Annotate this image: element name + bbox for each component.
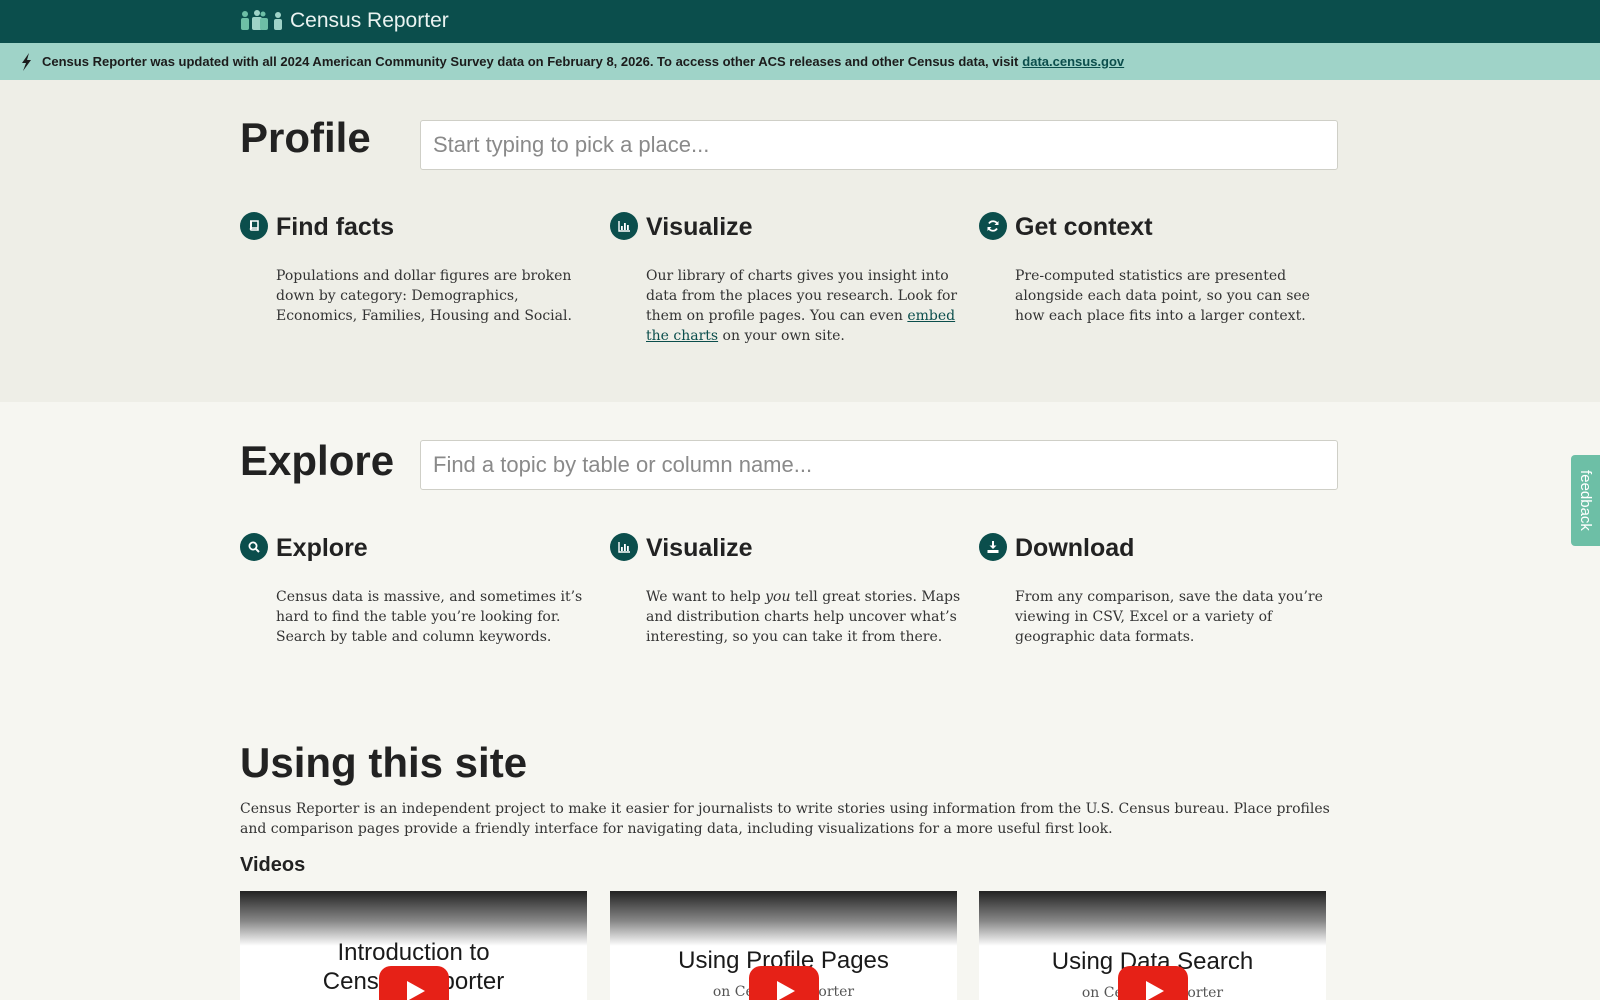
play-button-icon[interactable] xyxy=(749,966,819,1000)
profile-section: Profile Find facts Populations and dolla… xyxy=(0,80,1600,402)
video-profile-pages[interactable]: Using Profile Pages on Census Reporter xyxy=(610,891,957,1000)
using-site-description: Census Reporter is an independent projec… xyxy=(240,801,1330,837)
feature-heading: Get context xyxy=(1015,213,1153,241)
census-people-icon xyxy=(241,10,282,30)
feature-description: Our library of charts gives you insight … xyxy=(646,268,958,344)
video-title-line1: Introduction to xyxy=(337,939,490,966)
search-icon xyxy=(240,533,268,561)
explore-title: Explore xyxy=(240,437,395,484)
video-thumbnail-gradient xyxy=(979,891,1326,946)
feature-heading: Explore xyxy=(276,534,368,562)
top-navigation-bar: Census Reporter xyxy=(0,0,1600,43)
banner-message: Census Reporter was updated with all 202… xyxy=(42,54,1019,69)
site-logo-link[interactable]: Census Reporter xyxy=(240,9,449,33)
feature-description: We want to help you tell great stories. … xyxy=(646,589,961,645)
feature-heading: Visualize xyxy=(646,213,753,241)
video-thumbnail-gradient xyxy=(610,891,957,946)
feature-description: Populations and dollar figures are broke… xyxy=(276,268,572,324)
feedback-tab[interactable]: feedback xyxy=(1571,455,1600,546)
update-banner: Census Reporter was updated with all 202… xyxy=(0,43,1600,80)
refresh-icon xyxy=(979,212,1007,240)
topic-search-input[interactable] xyxy=(420,440,1338,490)
feedback-label: feedback xyxy=(1577,470,1595,531)
feature-description: Census data is massive, and sometimes it… xyxy=(276,589,583,645)
site-title: Census Reporter xyxy=(290,9,449,32)
video-introduction[interactable]: Introduction to Census Reporter xyxy=(240,891,587,1000)
lightning-bolt-icon xyxy=(22,52,31,71)
explore-section: Explore Explore Census data is massive, … xyxy=(0,402,1600,702)
bar-chart-icon xyxy=(610,212,638,240)
video-data-search[interactable]: Using Data Search on Census Reporter xyxy=(979,891,1326,1000)
profile-title: Profile xyxy=(240,114,371,161)
play-button-icon[interactable] xyxy=(1118,966,1188,1000)
emphasis-you: you xyxy=(765,589,791,605)
using-site-title: Using this site xyxy=(240,739,528,786)
feature-description: From any comparison, save the data you’r… xyxy=(1015,589,1323,645)
feature-description: Pre-computed statistics are presented al… xyxy=(1015,268,1310,324)
play-button-icon[interactable] xyxy=(379,966,449,1000)
bar-chart-icon xyxy=(610,533,638,561)
feature-heading: Download xyxy=(1015,534,1135,562)
feature-heading: Find facts xyxy=(276,213,395,241)
book-icon xyxy=(240,212,268,240)
place-search-input[interactable] xyxy=(420,120,1338,170)
feature-heading: Visualize xyxy=(646,534,753,562)
data-census-gov-link[interactable]: data.census.gov xyxy=(1022,54,1124,69)
videos-heading: Videos xyxy=(240,854,306,876)
download-icon xyxy=(979,533,1007,561)
